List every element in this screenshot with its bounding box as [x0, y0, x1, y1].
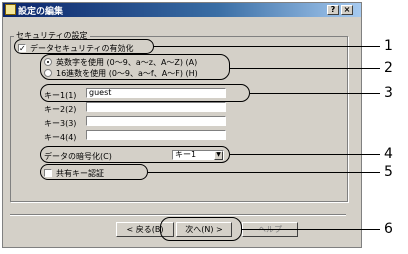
callout-ellipse-1 — [14, 39, 154, 54]
callout-ellipse-4 — [40, 146, 230, 163]
callout-line-5 — [148, 172, 380, 173]
callout-line-4 — [230, 154, 380, 155]
callout-ellipse-3 — [40, 84, 250, 102]
callout-number-4: 4 — [384, 146, 393, 162]
key4-input[interactable] — [86, 130, 226, 140]
key4-label: キー4(4) — [44, 133, 77, 142]
callout-ellipse-5 — [40, 164, 148, 180]
callout-line-3 — [250, 93, 380, 94]
callout-line-1 — [154, 46, 380, 47]
callout-number-5: 5 — [384, 164, 393, 180]
key2-input[interactable] — [86, 102, 226, 112]
callout-number-3: 3 — [384, 85, 393, 101]
callout-line-6 — [242, 229, 380, 230]
key2-label: キー2(2) — [44, 105, 77, 114]
callout-ellipse-6 — [160, 217, 242, 241]
key3-label: キー3(3) — [44, 119, 77, 128]
key3-input[interactable] — [86, 116, 226, 126]
app-icon — [5, 4, 16, 15]
help-title-button[interactable]: ? — [327, 5, 339, 15]
separator — [10, 214, 346, 216]
callout-ellipse-2 — [40, 54, 230, 80]
callout-number-1: 1 — [384, 38, 393, 54]
callout-number-2: 2 — [384, 60, 393, 76]
callout-line-2 — [230, 68, 380, 69]
window-title: 設定の編集 — [18, 7, 64, 17]
close-icon[interactable]: × — [341, 5, 353, 15]
callout-number-6: 6 — [384, 221, 393, 237]
